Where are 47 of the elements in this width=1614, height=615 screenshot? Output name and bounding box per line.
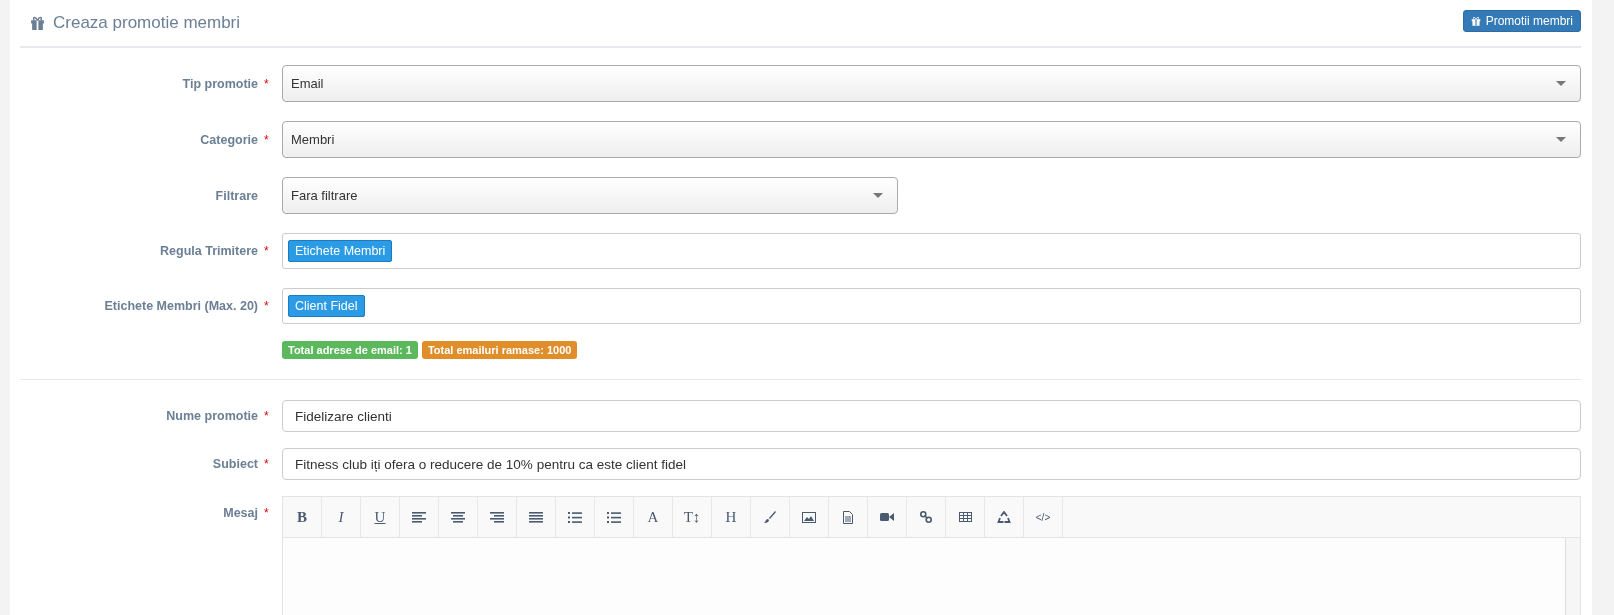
dropdown[interactable]: Fara filtrare [282, 177, 898, 214]
page-title: Creaza promotie membri [53, 13, 241, 33]
input-field[interactable]: Fidelizare clienti [282, 400, 1581, 432]
required-mark: * [264, 132, 270, 147]
count-label: Total adrese de email: 1 [282, 341, 418, 359]
required-mark: * [264, 409, 270, 423]
field-label: Subiect [212, 457, 258, 471]
field-label: Categorie [200, 132, 258, 147]
document-icon [843, 510, 853, 524]
caret-icon [873, 193, 883, 198]
heading-button[interactable]: H [712, 497, 751, 537]
video-camera-icon [880, 512, 894, 522]
promotions-button[interactable]: Promotii membri [1462, 9, 1581, 32]
align-right-icon [490, 511, 504, 523]
field-label: Nume promotie [166, 409, 258, 423]
bold-button[interactable]: B [283, 497, 322, 537]
required-mark: * [264, 457, 270, 471]
bullet-list-icon [607, 511, 621, 523]
field-label: Tip promotie [182, 76, 258, 91]
code-button[interactable]: </> [1024, 497, 1063, 537]
align-left-icon [412, 511, 426, 523]
input-field[interactable]: Fitness club iți ofera o reducere de 10% pentru ca este client fidel [282, 448, 1581, 480]
caret-icon [1556, 81, 1566, 86]
count-label: Total emailuri ramase: 1000 [421, 341, 578, 359]
gift-icon [30, 16, 45, 30]
image-icon [802, 511, 816, 523]
italic-button[interactable]: I [322, 497, 361, 537]
required-mark: * [264, 506, 270, 520]
field-label: Filtrare [215, 188, 258, 203]
font-button[interactable]: A [634, 497, 673, 537]
table-icon [958, 512, 972, 522]
field-label: Regula Trimitere [160, 244, 258, 258]
font-size-button[interactable]: T↕ [673, 497, 712, 537]
underline-button[interactable]: U [361, 497, 400, 537]
dropdown[interactable]: Email [282, 65, 1581, 102]
dropdown[interactable]: Membri [282, 121, 1581, 158]
link-icon [920, 511, 932, 523]
brush-icon [764, 511, 776, 523]
required-mark: * [264, 244, 270, 258]
align-center-icon [451, 511, 465, 523]
justify-icon [529, 511, 543, 523]
required-mark: * [264, 76, 270, 91]
caret-icon [1556, 137, 1566, 142]
gift-icon [1470, 15, 1481, 26]
field-label: Mesaj [223, 506, 258, 520]
required-mark: * [264, 299, 270, 313]
field-label: Etichete Membri (Max. 20) [104, 299, 258, 313]
